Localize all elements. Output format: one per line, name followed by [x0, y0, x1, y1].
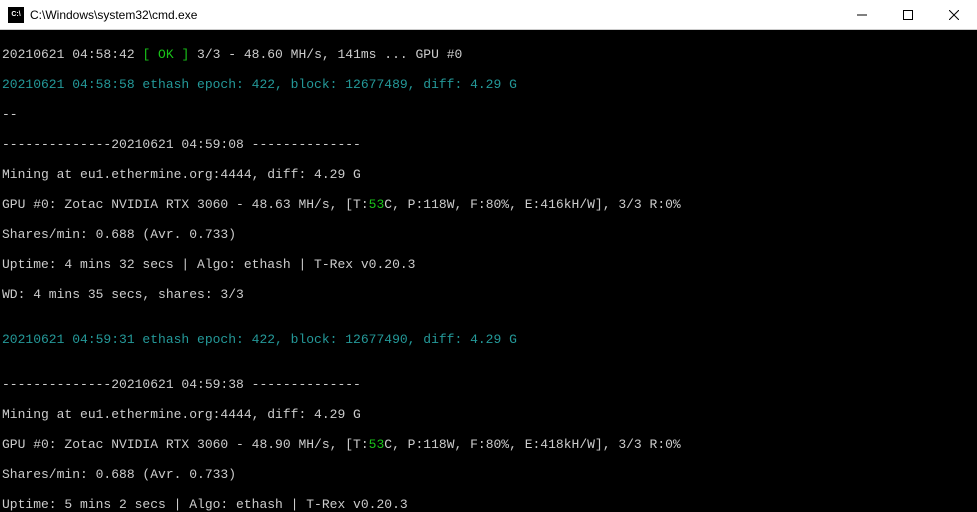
log-line: 20210621 04:59:31 ethash epoch: 422, blo… — [2, 332, 975, 347]
titlebar: C:\ C:\Windows\system32\cmd.exe — [0, 0, 977, 30]
log-line: Shares/min: 0.688 (Avr. 0.733) — [2, 227, 975, 242]
log-line: GPU #0: Zotac NVIDIA RTX 3060 - 48.63 MH… — [2, 197, 975, 212]
log-line: -- — [2, 107, 975, 122]
log-line: --------------20210621 04:59:08 --------… — [2, 137, 975, 152]
log-line: Shares/min: 0.688 (Avr. 0.733) — [2, 467, 975, 482]
terminal-output[interactable]: 20210621 04:58:42 [ OK ] 3/3 - 48.60 MH/… — [0, 30, 977, 512]
log-line: 20210621 04:58:42 [ OK ] 3/3 - 48.60 MH/… — [2, 47, 975, 62]
cmd-icon: C:\ — [8, 7, 24, 23]
maximize-icon — [903, 10, 913, 20]
log-line: 20210621 04:58:58 ethash epoch: 422, blo… — [2, 77, 975, 92]
log-line: Uptime: 5 mins 2 secs | Algo: ethash | T… — [2, 497, 975, 512]
minimize-icon — [857, 10, 867, 20]
log-line: --------------20210621 04:59:38 --------… — [2, 377, 975, 392]
log-line: GPU #0: Zotac NVIDIA RTX 3060 - 48.90 MH… — [2, 437, 975, 452]
close-button[interactable] — [931, 0, 977, 29]
log-line: Mining at eu1.ethermine.org:4444, diff: … — [2, 167, 975, 182]
maximize-button[interactable] — [885, 0, 931, 29]
log-line: WD: 4 mins 35 secs, shares: 3/3 — [2, 287, 975, 302]
log-line: Mining at eu1.ethermine.org:4444, diff: … — [2, 407, 975, 422]
window-controls — [839, 0, 977, 29]
minimize-button[interactable] — [839, 0, 885, 29]
log-line: Uptime: 4 mins 32 secs | Algo: ethash | … — [2, 257, 975, 272]
close-icon — [949, 10, 959, 20]
window-title: C:\Windows\system32\cmd.exe — [30, 8, 839, 22]
